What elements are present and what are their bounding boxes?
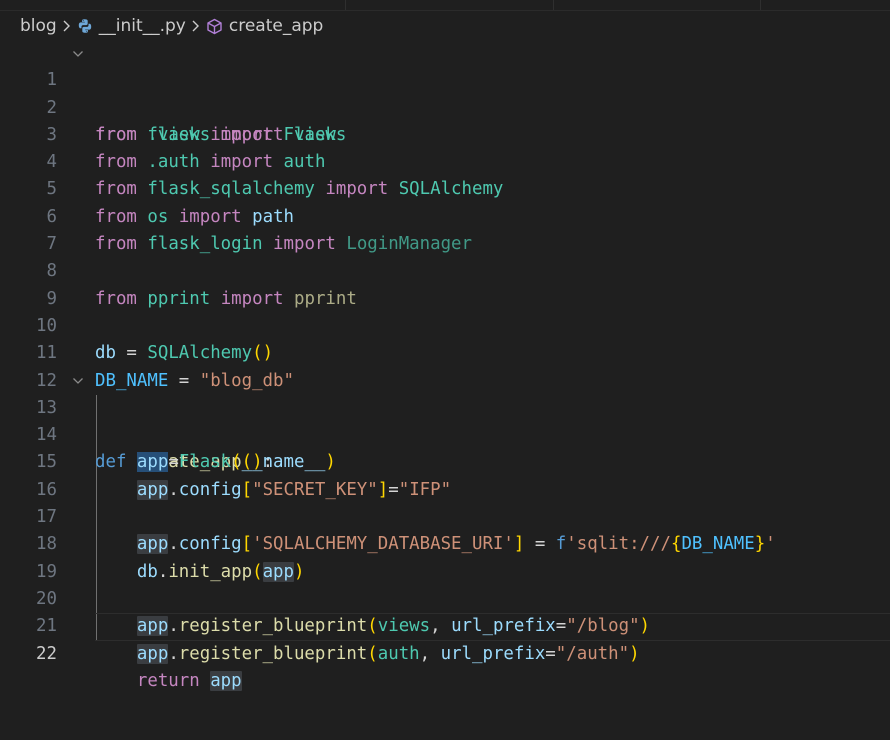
operator: = bbox=[545, 643, 556, 664]
breadcrumb: blog __init__.py create_app bbox=[20, 14, 323, 38]
code-line[interactable]: 13 def create_app(): bbox=[0, 368, 890, 472]
chevron-down-icon[interactable] bbox=[70, 40, 86, 67]
cube-icon bbox=[206, 18, 223, 35]
code-line[interactable]: 4 from flask_sqlalchemy import SQLAlchem… bbox=[0, 122, 890, 199]
code-line[interactable]: 21 app.register_blueprint(auth, url_pref… bbox=[0, 586, 890, 664]
code-area[interactable]: 1 from flask import Flask 2 from .views … bbox=[0, 40, 890, 691]
code-line[interactable]: 16 bbox=[0, 449, 890, 500]
code-line[interactable]: 12 bbox=[0, 340, 890, 391]
dot: . bbox=[168, 643, 179, 664]
comma: , bbox=[419, 643, 441, 664]
code-line[interactable]: 10 db = SQLAlchemy() bbox=[0, 286, 890, 363]
code-line[interactable]: 15 app.config["SECRET_KEY"]="IFP" bbox=[0, 422, 890, 500]
bracket: ( bbox=[367, 643, 378, 664]
code-line[interactable]: 18 db.init_app(app) bbox=[0, 504, 890, 582]
code-line[interactable]: 6 from flask_login import LoginManager bbox=[0, 176, 890, 254]
keyword: return bbox=[136, 670, 200, 691]
code-line[interactable]: 14 app=Flask(__name__) bbox=[0, 395, 890, 473]
bracket: ) bbox=[629, 643, 640, 664]
code-line[interactable]: 19 bbox=[0, 531, 890, 582]
code-line[interactable]: 20 app.register_blueprint(views, url_pre… bbox=[0, 559, 890, 637]
chevron-down-icon[interactable] bbox=[70, 368, 86, 395]
variable: app bbox=[210, 670, 242, 691]
breadcrumb-folder[interactable]: blog bbox=[20, 16, 57, 36]
code-line[interactable]: 17 app.config['SQLALCHEMY_DATABASE_URI']… bbox=[0, 477, 890, 555]
tab-bar-strip bbox=[0, 0, 890, 11]
code-editor[interactable]: blog __init__.py create_app 1 from flask… bbox=[0, 0, 890, 740]
string: "/auth" bbox=[555, 643, 630, 664]
code-line[interactable]: 11 DB_NAME = "blog_db" bbox=[0, 313, 890, 390]
breadcrumb-file[interactable]: __init__.py bbox=[99, 16, 186, 36]
code-line[interactable]: 1 from flask import Flask bbox=[0, 40, 890, 145]
line-number: 22 bbox=[36, 643, 57, 664]
breadcrumb-symbol[interactable]: create_app bbox=[229, 16, 323, 36]
variable: app bbox=[136, 643, 169, 664]
code-line[interactable]: 2 from .views import views bbox=[0, 67, 890, 145]
code-line[interactable]: 8 from pprint import pprint bbox=[0, 231, 890, 308]
chevron-right-icon bbox=[191, 19, 200, 33]
function-name: register_blueprint bbox=[178, 643, 368, 664]
code-line-current[interactable]: 22 return app bbox=[0, 613, 890, 691]
code-line[interactable]: 7 bbox=[0, 204, 890, 254]
argument: auth bbox=[377, 643, 420, 664]
python-icon bbox=[77, 18, 93, 34]
code-line[interactable]: 5 from os import path bbox=[0, 149, 890, 226]
chevron-right-icon bbox=[62, 19, 71, 33]
keyword-argument: url_prefix bbox=[440, 643, 546, 664]
code-line[interactable]: 9 bbox=[0, 258, 890, 309]
code-line[interactable]: 3 from .auth import auth bbox=[0, 95, 890, 172]
